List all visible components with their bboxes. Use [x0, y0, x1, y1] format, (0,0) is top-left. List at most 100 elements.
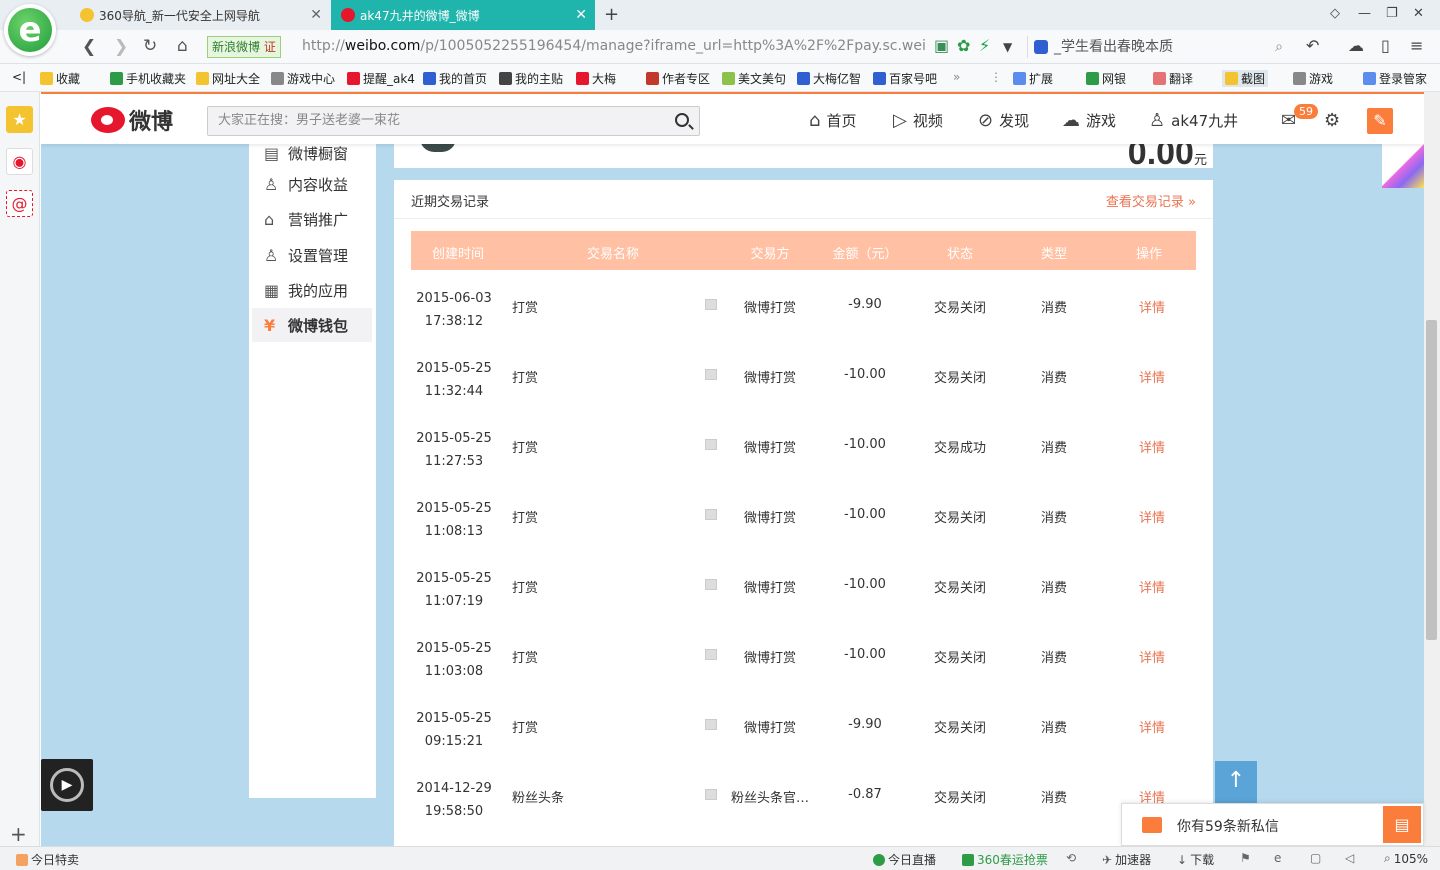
ticket-item[interactable]: 360春运抢票 — [962, 851, 1048, 868]
bookmark-item[interactable]: 我的主贴 — [499, 70, 563, 87]
bookmark-item[interactable]: 游戏中心 — [271, 70, 335, 87]
nav-video[interactable]: ▷ 视频 — [893, 110, 943, 131]
counterparty: 微博打赏 — [743, 301, 797, 316]
menu-item-marketing[interactable]: ⌂ 营销推广 — [252, 202, 372, 236]
tab-360-nav[interactable]: 360导航_新一代安全上网导航 ✕ — [70, 0, 330, 30]
search-icon[interactable] — [675, 113, 689, 127]
bookmark-item[interactable]: 扩展 — [1013, 70, 1053, 87]
scrollbar-thumb[interactable] — [1426, 320, 1437, 640]
download-item[interactable]: ↓ 下载 — [1177, 851, 1214, 868]
close-window-icon[interactable]: ✕ — [1413, 6, 1424, 21]
forward-icon[interactable]: ❯ — [114, 37, 128, 57]
live-item[interactable]: 今日直播 — [873, 851, 936, 868]
bookmark-item[interactable]: 美文美句 — [722, 70, 786, 87]
restore-icon[interactable]: ❐ — [1386, 6, 1398, 21]
cloud-icon[interactable]: ☁ — [1348, 36, 1364, 55]
close-icon[interactable]: ✕ — [575, 7, 587, 23]
back-icon[interactable]: ❮ — [82, 37, 96, 57]
bookmark-item[interactable]: 收藏 — [40, 70, 80, 87]
skin-icon[interactable]: ◇ — [1330, 6, 1340, 21]
more-bookmarks-icon[interactable]: » — [953, 70, 960, 84]
bookmark-item[interactable]: 提醒_ak4 — [347, 70, 415, 87]
chat-icon[interactable]: ▤ — [1383, 806, 1421, 843]
search-input[interactable]: _学生看出春晚本质 ⌕ — [1027, 36, 1289, 58]
nav-discover[interactable]: ⊘ 发现 — [978, 110, 1029, 131]
bookmarks-toggle-icon[interactable]: <| — [12, 70, 26, 84]
phone-icon — [110, 72, 123, 85]
details-link[interactable]: 详情 — [1139, 437, 1165, 456]
weibo-side-icon[interactable]: ◉ — [6, 148, 33, 175]
bookmark-item[interactable]: 作者专区 — [646, 70, 710, 87]
weibo-search-input[interactable]: 大家正在搜：男子送老婆一束花 — [207, 106, 700, 136]
bookmark-item[interactable]: 我的首页 — [423, 70, 487, 87]
reader-icon[interactable]: ▣ — [934, 36, 949, 55]
bookmark-item[interactable]: 手机收藏夹 — [110, 70, 186, 87]
url-dropdown-icon[interactable]: ▼ — [1003, 40, 1012, 54]
details-link[interactable]: 详情 — [1139, 577, 1165, 596]
details-link[interactable]: 详情 — [1139, 647, 1165, 666]
nav-home[interactable]: ⌂ 首页 — [809, 110, 856, 131]
new-tab-button[interactable]: + — [604, 4, 619, 25]
new-message-toast[interactable]: 你有59条新私信 ▤ — [1121, 803, 1424, 846]
minimize-icon[interactable]: — — [1358, 6, 1371, 21]
star-icon — [40, 72, 53, 85]
home-icon[interactable]: ⌂ — [177, 36, 188, 56]
edit-icon: ✎ — [1373, 111, 1387, 130]
favorites-star-icon[interactable]: ★ — [6, 106, 33, 133]
daily-deal-item[interactable]: 今日特卖 — [16, 851, 79, 868]
menu-icon[interactable]: ≡ — [1410, 36, 1423, 55]
wallet-icon: ¥ — [264, 315, 276, 335]
table-row: 2015-05-25 09:15:21 打赏 微博打赏 -9.90 交易关闭 消费 详情 — [411, 691, 1196, 761]
details-link[interactable]: 详情 — [1139, 717, 1165, 736]
tab-weibo[interactable]: ak47九井的微博_微博 ✕ — [331, 0, 595, 30]
undo-icon[interactable]: ↶ — [1306, 36, 1319, 55]
amount: -10.00 — [844, 367, 886, 382]
add-sidebar-icon[interactable]: + — [10, 822, 27, 846]
type: 消费 — [1040, 791, 1068, 806]
reload-icon[interactable]: ↻ — [143, 36, 157, 56]
ie-icon[interactable]: e — [1274, 851, 1281, 865]
weibo-logo[interactable]: 微博 — [91, 104, 173, 136]
menu-item-my-apps[interactable]: ▦ 我的应用 — [252, 273, 372, 307]
nav-profile[interactable]: ♙ ak47九井 — [1149, 110, 1238, 131]
speed-icon[interactable]: ⚡ — [979, 36, 990, 55]
flag-icon[interactable]: ⚑ — [1240, 851, 1251, 865]
site-identity-badge[interactable]: 新浪微博 证 — [207, 36, 281, 58]
view-all-records-link[interactable]: 查看交易记录 » — [1106, 191, 1196, 210]
settings-button[interactable]: ⚙ — [1324, 110, 1346, 131]
bookmark-item[interactable]: 网银 — [1086, 70, 1126, 87]
sound-icon[interactable]: ◁ — [1345, 851, 1354, 865]
bookmark-item[interactable]: 游戏 — [1293, 70, 1333, 87]
mobile-icon[interactable]: ▯ — [1381, 36, 1390, 55]
details-link[interactable]: 详情 — [1139, 507, 1165, 526]
zoom-item[interactable]: ⌕ 105% — [1384, 851, 1428, 866]
url-input[interactable]: http://weibo.com/p/1005052255196454/mana… — [302, 38, 927, 54]
details-link[interactable]: 详情 — [1139, 367, 1165, 386]
compose-button[interactable]: ✎ — [1367, 108, 1393, 134]
search-icon[interactable]: ⌕ — [1275, 36, 1283, 58]
amount: -9.90 — [848, 717, 882, 732]
browser-logo-icon[interactable]: e — [4, 4, 56, 56]
details-link[interactable]: 详情 — [1139, 297, 1165, 316]
bookmark-item[interactable]: 大梅亿智 — [797, 70, 861, 87]
bookmark-item[interactable]: 翻译 — [1153, 70, 1193, 87]
window-icon[interactable]: ▢ — [1310, 851, 1321, 865]
close-icon[interactable]: ✕ — [310, 7, 322, 23]
bookmark-item[interactable]: 截图 — [1222, 70, 1269, 87]
back-to-top-button[interactable]: ↑ — [1215, 761, 1257, 803]
email-at-icon[interactable]: @ — [6, 190, 33, 217]
nav-game[interactable]: ☁ 游戏 — [1062, 110, 1116, 131]
accelerator-item[interactable]: ✈ 加速器 — [1102, 851, 1151, 868]
floating-video-button[interactable]: ▶ — [41, 759, 93, 811]
note-icon — [705, 789, 717, 800]
menu-item-wallet[interactable]: ¥ 微博钱包 — [252, 308, 372, 342]
bookmark-item[interactable]: 登录管家 — [1363, 70, 1427, 87]
created-time: 2015-06-03 17:38:12 — [416, 291, 492, 329]
bookmark-item[interactable]: 百家号吧 — [873, 70, 937, 87]
refresh-status-icon[interactable]: ⟲ — [1066, 851, 1076, 865]
menu-item-content-income[interactable]: ♙ 内容收益 — [252, 167, 372, 201]
bookmark-item[interactable]: 大梅 — [576, 70, 616, 87]
menu-item-settings[interactable]: ♙ 设置管理 — [252, 238, 372, 272]
bookmark-item[interactable]: 网址大全 — [196, 70, 260, 87]
security-icon[interactable]: ✿ — [957, 36, 970, 55]
